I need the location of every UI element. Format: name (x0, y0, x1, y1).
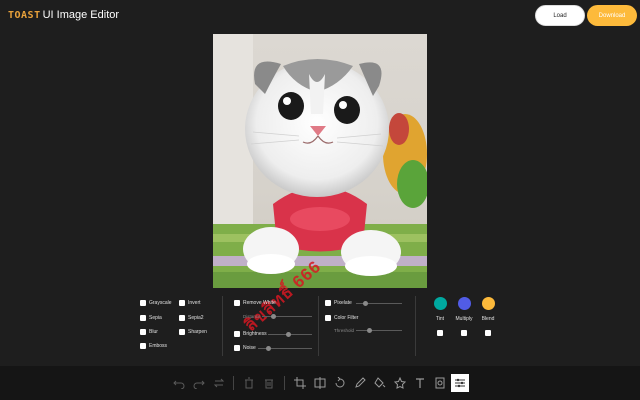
load-button[interactable]: Load (535, 5, 585, 26)
checkbox-box[interactable] (325, 300, 331, 306)
draw-icon[interactable] (351, 374, 369, 392)
checkbox-label: Noise (243, 345, 256, 351)
app-title: UI Image Editor (42, 9, 120, 21)
rotate-icon[interactable] (331, 374, 349, 392)
app-logo: TOAST UI Image Editor (8, 9, 119, 21)
blend-label: Blend (481, 316, 495, 322)
pixelate-slider-handle[interactable] (363, 301, 368, 306)
threshold-label: Threshold (334, 328, 355, 333)
checkbox-box[interactable] (234, 300, 240, 306)
flip-icon[interactable] (311, 374, 329, 392)
checkbox-box[interactable] (179, 300, 185, 306)
toolbar-divider (233, 376, 234, 390)
color-filter-checkbox[interactable]: Color Filter (325, 315, 358, 321)
multiply-checkbox[interactable] (461, 330, 467, 336)
tint-checkbox[interactable] (437, 330, 443, 336)
checkbox-box[interactable] (179, 329, 185, 335)
remove-white-checkbox[interactable]: Remove White (234, 300, 276, 306)
crop-icon[interactable] (291, 374, 309, 392)
filter-icon[interactable] (451, 374, 469, 392)
blur-checkbox[interactable]: Blur (140, 329, 158, 335)
checkbox-box[interactable] (140, 315, 146, 321)
toolbar-divider (284, 376, 285, 390)
distance-label: Distance (243, 314, 261, 319)
distance-slider-handle[interactable] (271, 314, 276, 319)
threshold-slider-handle[interactable] (367, 328, 372, 333)
checkbox-label: Blur (149, 329, 158, 335)
download-button[interactable]: Download (587, 5, 637, 26)
sepia2-checkbox[interactable]: Sepia2 (179, 315, 204, 321)
checkbox-label: Remove White (243, 300, 276, 306)
checkbox-box[interactable] (140, 329, 146, 335)
tint-color-swatch[interactable] (434, 297, 447, 310)
checkbox-label: Grayscale (149, 300, 172, 306)
checkbox-label: Emboss (149, 343, 168, 349)
header-bar: TOAST UI Image Editor Load Download (0, 0, 640, 34)
noise-slider-handle[interactable] (266, 346, 271, 351)
panel-divider (222, 296, 223, 356)
checkbox-box[interactable] (325, 315, 331, 321)
checkbox-label: Sepia (149, 315, 162, 321)
grayscale-checkbox[interactable]: Grayscale (140, 300, 172, 306)
checkbox-label: Invert (188, 300, 201, 306)
shape-icon[interactable] (371, 374, 389, 392)
invert-checkbox[interactable]: Invert (179, 300, 201, 306)
emboss-checkbox[interactable]: Emboss (140, 343, 167, 349)
pixelate-checkbox[interactable]: Pixelate (325, 300, 352, 306)
cat-photo (213, 34, 427, 288)
redo-icon[interactable] (190, 374, 208, 392)
checkbox-box[interactable] (234, 331, 240, 337)
undo-icon[interactable] (170, 374, 188, 392)
checkbox-label: Color Filter (334, 315, 359, 321)
delete-icon[interactable] (240, 374, 258, 392)
checkbox-label: Sharpen (188, 329, 207, 335)
brightness-slider-handle[interactable] (286, 332, 291, 337)
reset-icon[interactable] (210, 374, 228, 392)
blend-checkbox[interactable] (485, 330, 491, 336)
delete-all-icon[interactable] (260, 374, 278, 392)
image-canvas[interactable] (213, 34, 427, 288)
panel-divider (318, 296, 319, 356)
checkbox-label: Pixelate (334, 300, 352, 306)
checkbox-box[interactable] (140, 300, 146, 306)
text-icon[interactable] (411, 374, 429, 392)
checkbox-box[interactable] (140, 343, 146, 349)
brightness-checkbox[interactable]: Brightness (234, 331, 267, 337)
threshold-slider-track[interactable] (356, 330, 402, 331)
sepia-checkbox[interactable]: Sepia (140, 315, 162, 321)
distance-slider-track[interactable] (262, 316, 312, 317)
multiply-color-swatch[interactable] (458, 297, 471, 310)
checkbox-label: Brightness (243, 331, 267, 337)
panel-divider (415, 296, 416, 356)
star-icon[interactable] (391, 374, 409, 392)
noise-checkbox[interactable]: Noise (234, 345, 256, 351)
logo-mark: TOAST (8, 10, 41, 21)
checkbox-box[interactable] (179, 315, 185, 321)
checkbox-box[interactable] (234, 345, 240, 351)
blend-color-swatch[interactable] (482, 297, 495, 310)
mask-icon[interactable] (431, 374, 449, 392)
sharpen-checkbox[interactable]: Sharpen (179, 329, 207, 335)
checkbox-label: Sepia2 (188, 315, 204, 321)
